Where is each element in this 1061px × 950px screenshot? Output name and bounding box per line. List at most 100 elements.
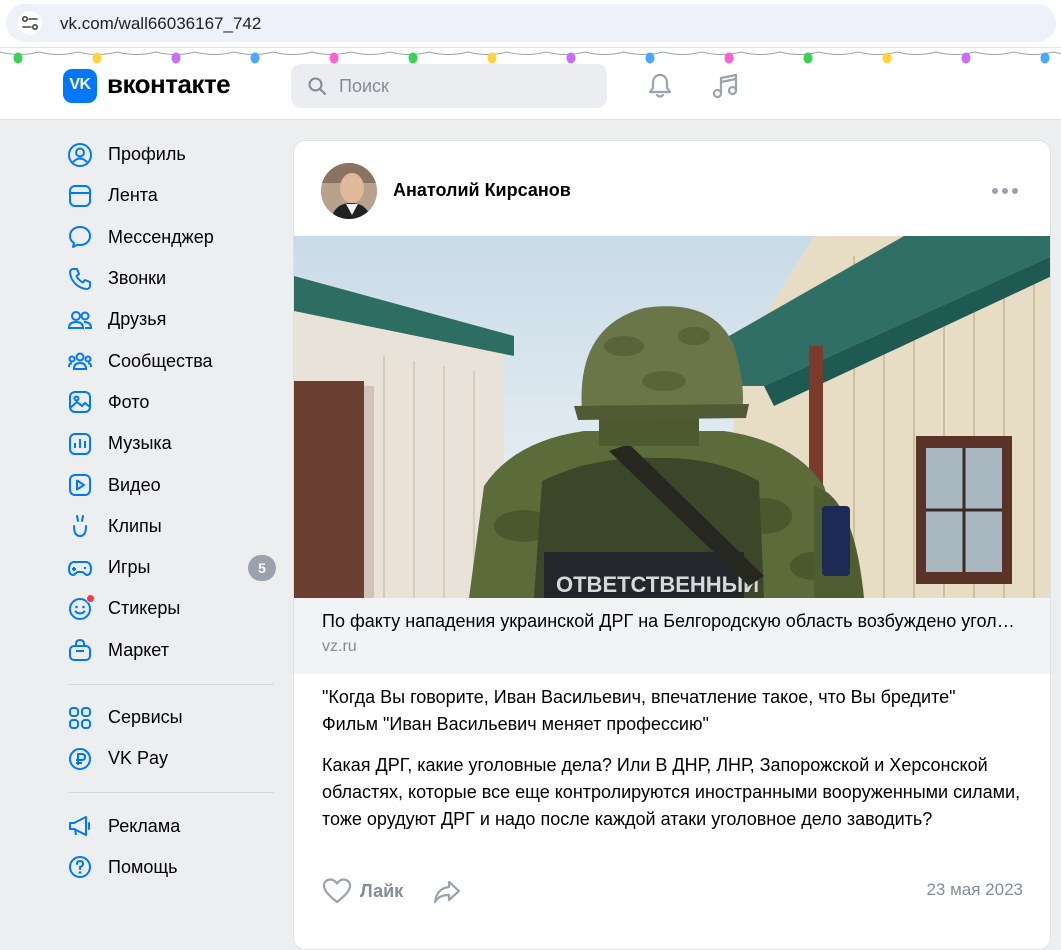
share-button[interactable] (432, 876, 462, 906)
sidebar-item-vkpay[interactable]: VK Pay (60, 738, 280, 779)
sidebar-item-help[interactable]: Помощь (60, 847, 280, 888)
link-snippet[interactable]: По факту нападения украинской ДРГ на Бел… (294, 598, 1050, 674)
help-icon (67, 854, 93, 880)
sidebar-item-label: Клипы (108, 515, 162, 536)
search-input[interactable] (339, 64, 595, 108)
like-button[interactable]: Лайк (322, 876, 403, 906)
nav-divider (68, 683, 274, 685)
post-author-name[interactable]: Анатолий Кирсанов (393, 180, 571, 201)
post-date[interactable]: 23 мая 2023 (926, 880, 1023, 900)
sidebar-item-label: Реклама (108, 815, 181, 836)
phone-icon (67, 266, 93, 292)
garland-bulb (724, 52, 734, 64)
address-bar[interactable]: vk.com/wall66036167_742 (6, 4, 1056, 42)
garland-bulb (329, 52, 339, 64)
sidebar-item-label: Помощь (108, 856, 178, 877)
sidebar-item-label: Звонки (108, 268, 167, 289)
garland-bulb (408, 52, 418, 64)
sidebar-item-games[interactable]: Игры 5 (60, 547, 280, 588)
garland-bulb (13, 52, 23, 64)
share-icon (433, 880, 461, 904)
sidebar-item-feed[interactable]: Лента (60, 175, 280, 216)
garland-bulb (250, 52, 260, 64)
post-body-text: Какая ДРГ, какие уголовные дела? Или В Д… (322, 755, 1021, 829)
counter-badge: 5 (248, 554, 276, 581)
friends-icon (67, 307, 93, 333)
search-box[interactable] (291, 64, 607, 108)
url-text[interactable]: vk.com/wall66036167_742 (60, 14, 261, 34)
post-quote-line-1: "Когда Вы говорите, Иван Васильевич, впе… (322, 687, 956, 707)
profile-icon (67, 142, 93, 168)
sidebar-item-music[interactable]: Музыка (60, 423, 280, 464)
music-note-icon[interactable] (710, 71, 740, 101)
sidebar-item-clips[interactable]: Клипы (60, 506, 280, 547)
garland-bulb (92, 52, 102, 64)
sidebar-item-label: Мессенджер (108, 226, 214, 247)
sidebar-item-stickers[interactable]: Стикеры (60, 588, 280, 629)
like-label: Лайк (360, 880, 404, 901)
vkpay-icon (67, 746, 93, 772)
wall-post: Анатолий Кирсанов ОТВЕТСТВЕННЫЙ По факту… (293, 140, 1051, 950)
sidebar-item-label: Друзья (108, 309, 167, 330)
photo-icon (67, 389, 93, 415)
sidebar-item-label: Маркет (108, 639, 169, 660)
music-icon (67, 431, 93, 457)
post-text: "Когда Вы говорите, Иван Васильевич, впе… (322, 684, 1022, 845)
vk-brand-name[interactable]: вконтакте (107, 69, 231, 100)
sidebar-item-video[interactable]: Видео (60, 464, 280, 505)
sidebar-item-label: Сервисы (108, 707, 183, 727)
sidebar-item-friends[interactable]: Друзья (60, 299, 280, 340)
garland-bulb (645, 52, 655, 64)
sidebar-item-ads[interactable]: Реклама (60, 805, 280, 846)
sidebar-item-market[interactable]: Маркет (60, 630, 280, 671)
sidebar-item-label: Фото (108, 391, 150, 412)
sidebar-item-label: Профиль (108, 144, 186, 165)
link-domain[interactable]: vz.ru (322, 638, 357, 656)
sidebar-item-messenger[interactable]: Мессенджер (60, 217, 280, 258)
search-icon (308, 77, 326, 95)
browser-toolbar: vk.com/wall66036167_742 (0, 0, 1061, 48)
stickers-icon (67, 593, 95, 622)
sidebar-item-label: Игры (108, 557, 151, 578)
garland-bulb (803, 52, 813, 64)
vk-logo[interactable]: VK (63, 69, 97, 103)
bell-icon[interactable] (645, 71, 675, 101)
garland-bulb (1040, 52, 1050, 64)
ads-icon (67, 813, 93, 839)
heart-icon (322, 878, 352, 904)
video-icon (67, 472, 93, 498)
post-more-button[interactable] (992, 185, 1022, 197)
market-icon (67, 637, 93, 663)
sidebar-item-label: VK Pay (108, 748, 169, 769)
services-icon (67, 705, 93, 731)
garland-bulb (171, 52, 181, 64)
vk-logo-text: VK (69, 76, 91, 93)
garland-bulb (961, 52, 971, 64)
garland-bulb (566, 52, 576, 64)
sidebar-item-label: Стикеры (108, 598, 181, 619)
garland-decoration (0, 51, 1061, 64)
sidebar-item-label: Сообщества (108, 350, 213, 371)
post-quote-line-2: Фильм "Иван Васильевич меняет профессию" (322, 714, 709, 734)
notification-dot (86, 593, 95, 603)
communities-icon (67, 348, 93, 374)
messenger-icon (67, 224, 93, 250)
nav-divider (68, 792, 274, 794)
clips-icon (67, 513, 93, 539)
sidebar-item-photo[interactable]: Фото (60, 382, 280, 423)
games-icon (67, 555, 93, 581)
garland-bulb (487, 52, 497, 64)
feed-icon (67, 183, 93, 209)
author-avatar[interactable] (321, 163, 377, 219)
site-info-icon[interactable] (18, 11, 42, 35)
sidebar-item-label: Видео (108, 474, 161, 495)
sidebar-item-label: Лента (108, 185, 158, 206)
sidebar-item-profile[interactable]: Профиль (60, 134, 280, 175)
sidebar-item-services[interactable]: Сервисы (60, 697, 280, 738)
vest-patch-text: ОТВЕТСТВЕННЫЙ (556, 572, 759, 597)
sidebar-item-phone[interactable]: Звонки (60, 258, 280, 299)
garland-bulb (882, 52, 892, 64)
sidebar-item-communities[interactable]: Сообщества (60, 340, 280, 381)
post-photo[interactable]: ОТВЕТСТВЕННЫЙ (294, 236, 1050, 598)
link-title[interactable]: По факту нападения украинской ДРГ на Бел… (322, 611, 1022, 632)
